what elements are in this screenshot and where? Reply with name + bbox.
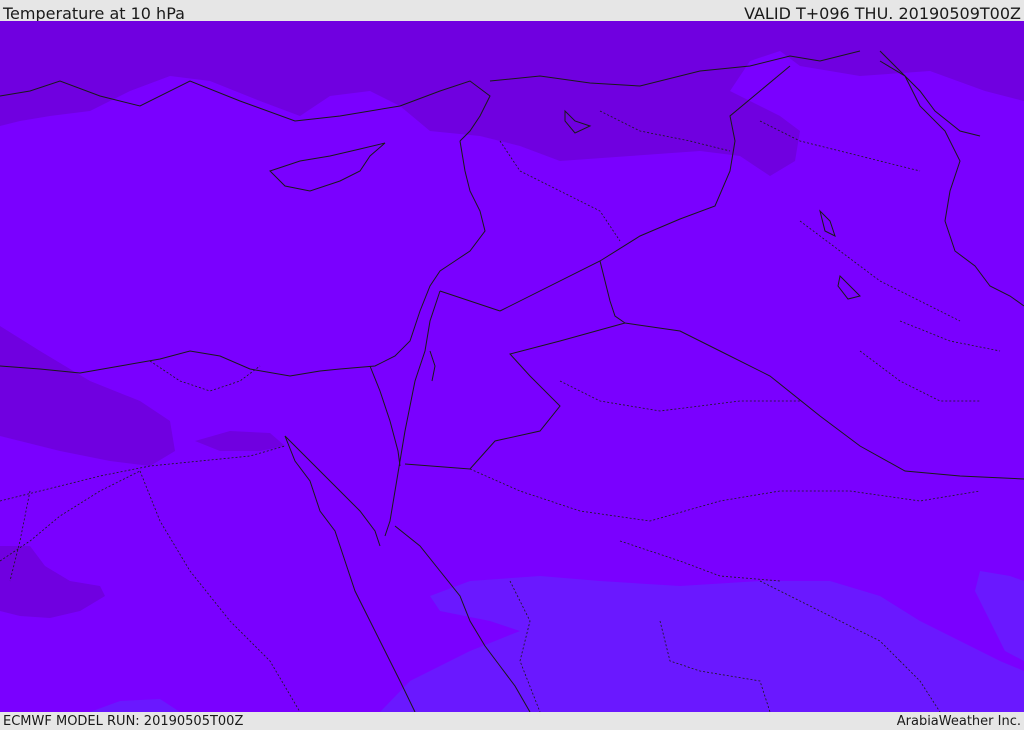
model-run: ECMWF MODEL RUN: 20190505T00Z xyxy=(3,714,244,729)
credit-text: ArabiaWeather Inc. xyxy=(896,714,1021,729)
footer-bar: ECMWF MODEL RUN: 20190505T00Z ArabiaWeat… xyxy=(0,712,1024,729)
weather-map[interactable] xyxy=(0,21,1024,712)
header-bar: Temperature at 10 hPa VALID T+096 THU. 2… xyxy=(0,0,1024,23)
map-canvas xyxy=(0,21,1024,712)
